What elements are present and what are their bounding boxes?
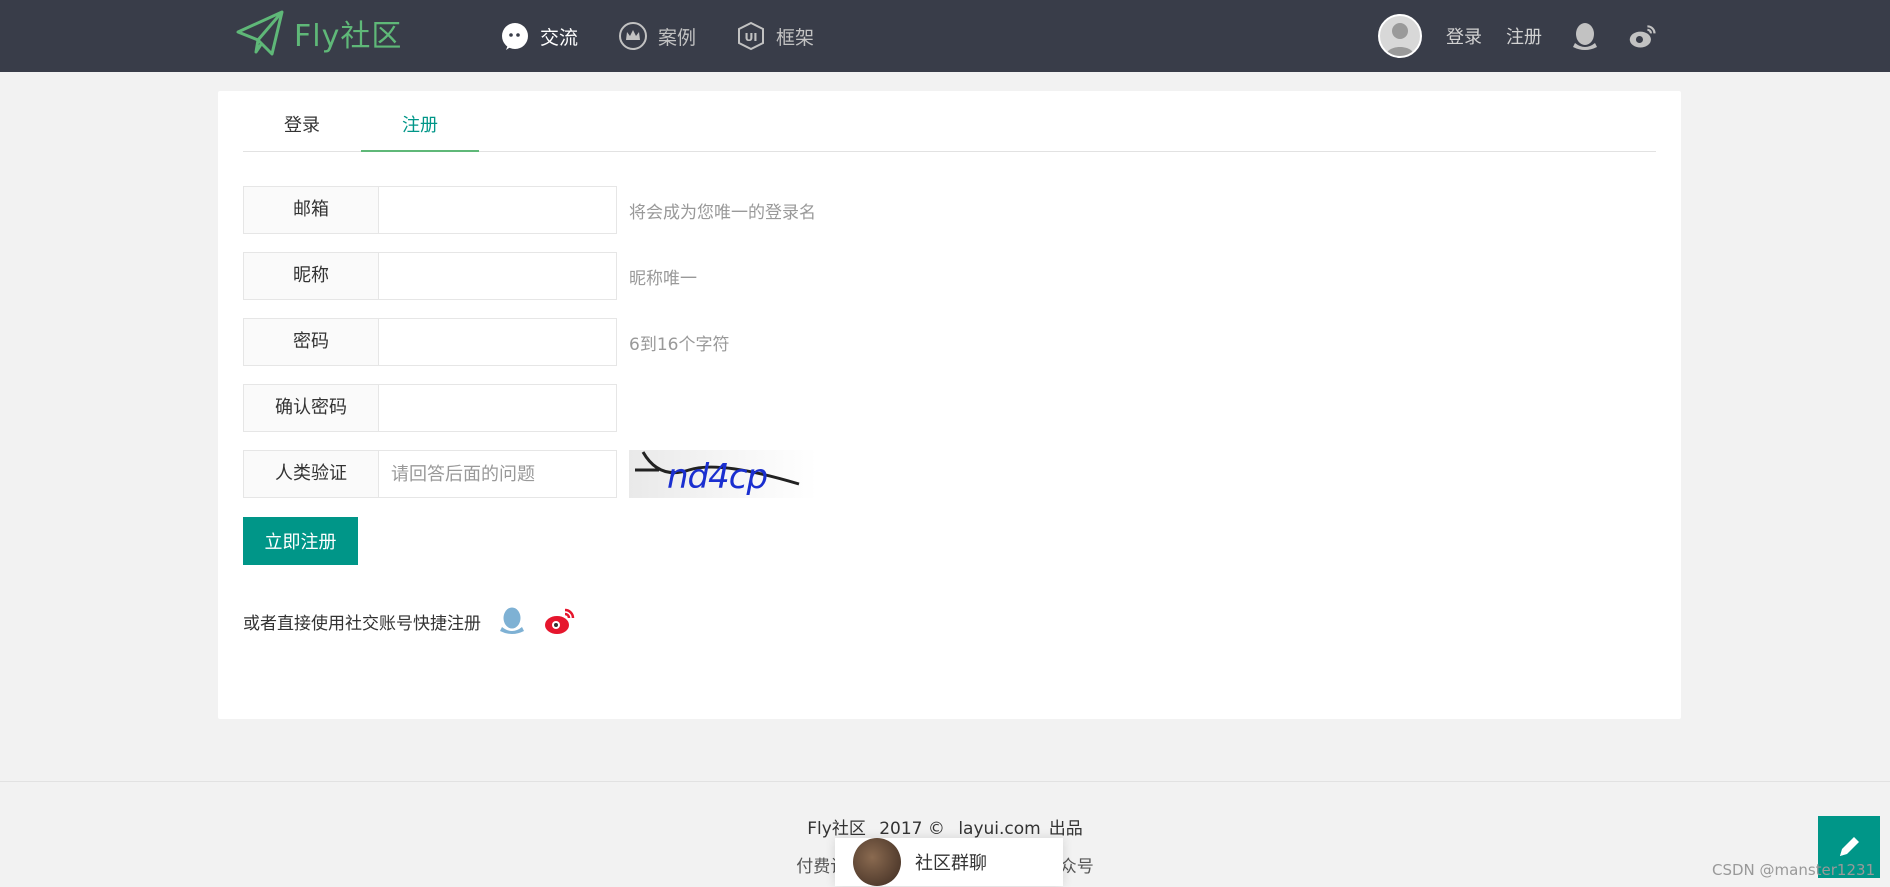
footer-copyright: 2017 © bbox=[879, 819, 945, 839]
group-chat-label: 社区群聊 bbox=[915, 853, 987, 874]
password-row: 密码 6到16个字符 bbox=[243, 318, 729, 366]
tab-bar: 登录 注册 bbox=[243, 101, 1656, 152]
captcha-code: nd4cp bbox=[667, 457, 767, 497]
paper-plane-icon bbox=[236, 10, 284, 56]
email-label: 邮箱 bbox=[243, 186, 379, 234]
password-tip: 6到16个字符 bbox=[629, 334, 730, 355]
confirm-password-label: 确认密码 bbox=[243, 384, 379, 432]
footer-line1: Fly社区 2017 © layui.com 出品 bbox=[0, 814, 1890, 839]
confirm-password-field[interactable] bbox=[379, 384, 617, 432]
main-nav: 交流 案例 UI 框架 bbox=[500, 0, 854, 72]
tab-register[interactable]: 注册 bbox=[361, 101, 479, 152]
user-area: 登录 注册 bbox=[1378, 12, 1658, 60]
site-logo[interactable]: Fly社区 bbox=[236, 8, 402, 58]
confirm-password-row: 确认密码 bbox=[243, 384, 617, 432]
nav-item-framework[interactable]: UI 框架 bbox=[736, 21, 814, 51]
captcha-field[interactable] bbox=[379, 450, 617, 498]
crown-icon bbox=[618, 21, 648, 51]
social-register: 或者直接使用社交账号快捷注册 bbox=[243, 601, 577, 641]
email-field[interactable] bbox=[379, 186, 617, 234]
nav-item-exchange[interactable]: 交流 bbox=[500, 21, 578, 51]
footer-brand[interactable]: Fly社区 bbox=[807, 819, 866, 839]
nickname-label: 昵称 bbox=[243, 252, 379, 300]
captcha-image[interactable]: nd4cp bbox=[629, 450, 817, 498]
tab-login[interactable]: 登录 bbox=[243, 101, 361, 151]
group-chat-avatar bbox=[853, 838, 901, 886]
logo-text: Fly社区 bbox=[294, 19, 403, 54]
nav-label: 交流 bbox=[540, 26, 579, 49]
nickname-row: 昵称 昵称唯一 bbox=[243, 252, 697, 300]
footer-link[interactable]: layui.com bbox=[958, 819, 1040, 839]
weibo-icon[interactable] bbox=[1628, 21, 1658, 51]
header-register-link[interactable]: 注册 bbox=[1506, 23, 1542, 49]
captcha-label: 人类验证 bbox=[243, 450, 379, 498]
register-card: 登录 注册 邮箱 将会成为您唯一的登录名 昵称 昵称唯一 密码 6到16个字符 … bbox=[218, 91, 1681, 719]
avatar[interactable] bbox=[1378, 14, 1422, 58]
user-silhouette-icon bbox=[1386, 23, 1414, 56]
pencil-icon bbox=[1840, 837, 1859, 856]
weibo-icon[interactable] bbox=[543, 604, 577, 638]
qq-icon[interactable] bbox=[495, 604, 529, 638]
password-label: 密码 bbox=[243, 318, 379, 366]
nickname-field[interactable] bbox=[379, 252, 617, 300]
chat-icon bbox=[500, 21, 530, 51]
nav-item-cases[interactable]: 案例 bbox=[618, 21, 696, 51]
watermark: CSDN @manster1231 bbox=[1712, 861, 1876, 879]
nav-label: 框架 bbox=[776, 26, 815, 49]
nav-label: 案例 bbox=[658, 26, 697, 49]
footer-suffix: 出品 bbox=[1048, 819, 1083, 839]
svg-text:UI: UI bbox=[745, 31, 758, 44]
register-submit-button[interactable]: 立即注册 bbox=[243, 517, 358, 565]
email-row: 邮箱 将会成为您唯一的登录名 bbox=[243, 186, 816, 234]
nickname-tip: 昵称唯一 bbox=[629, 268, 697, 289]
email-tip: 将会成为您唯一的登录名 bbox=[629, 202, 816, 223]
password-field[interactable] bbox=[379, 318, 617, 366]
qq-icon[interactable] bbox=[1570, 21, 1600, 51]
social-register-text: 或者直接使用社交账号快捷注册 bbox=[243, 613, 481, 634]
captcha-row: 人类验证 nd4cp bbox=[243, 450, 817, 498]
group-chat-popup[interactable]: 社区群聊 bbox=[835, 838, 1063, 886]
ui-icon: UI bbox=[736, 21, 766, 51]
top-header: Fly社区 交流 案例 UI 框架 登录 注册 bbox=[0, 0, 1890, 72]
header-login-link[interactable]: 登录 bbox=[1446, 23, 1482, 49]
